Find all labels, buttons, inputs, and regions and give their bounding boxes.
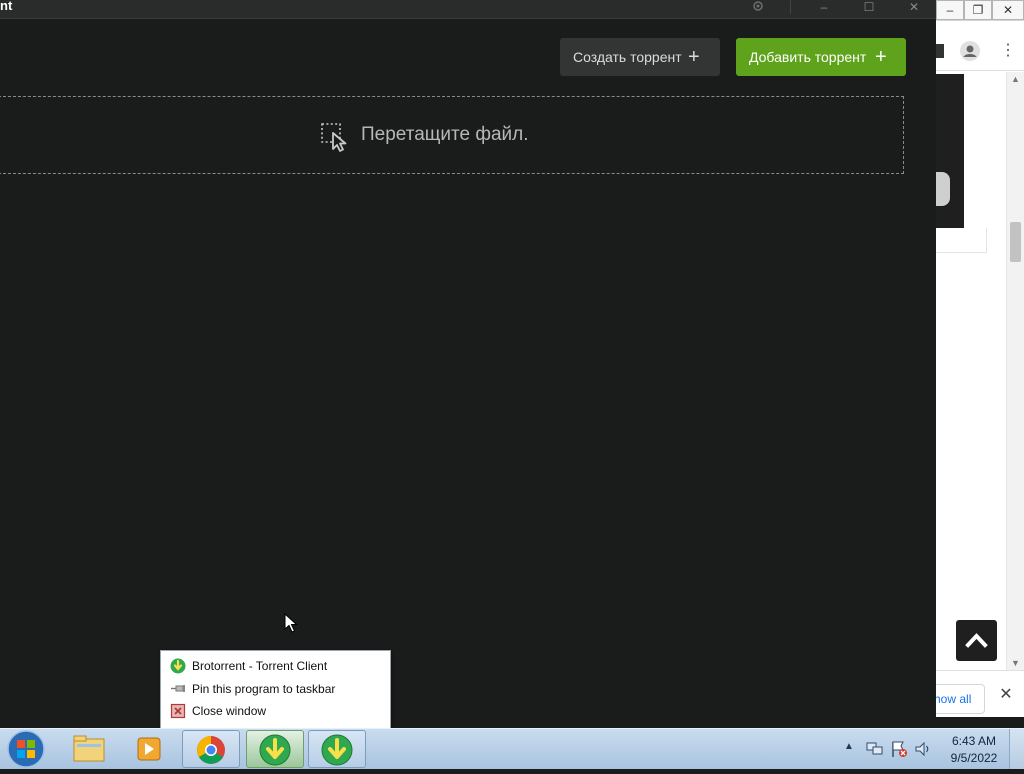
plus-icon: + [688,46,700,68]
browser-toolbar: ⋮ [936,36,1024,71]
maximize-icon[interactable]: ☐ [858,0,880,16]
brotorrent-icon [170,658,186,674]
window-title: nt [0,0,13,13]
close-icon[interactable]: ✕ [998,685,1014,705]
show-desktop-button[interactable] [1009,729,1024,769]
close-button[interactable]: ✕ [992,0,1024,20]
menu-kebab-icon[interactable]: ⋮ [1000,42,1016,62]
jumplist-item-label: Pin this program to taskbar [192,682,336,696]
plus-icon: + [875,46,887,68]
folder-icon [73,735,105,762]
create-torrent-label: Создать торрент [573,49,682,65]
media-player-icon [137,737,161,761]
browser-titlebar: – ❐ ✕ [936,0,1024,21]
taskbar-brotorrent[interactable] [246,730,304,768]
close-window-icon [170,703,186,719]
minimize-button[interactable]: – [936,0,964,20]
scroll-thumb[interactable] [1010,222,1021,262]
close-icon[interactable]: ✕ [903,0,925,16]
volume-icon[interactable] [914,741,932,757]
downloads-bar: how all ✕ [934,670,1024,717]
back-to-top-button[interactable] [956,620,997,661]
taskbar-explorer[interactable] [60,730,118,768]
chevron-up-icon [965,633,988,648]
start-button-icon[interactable] [4,729,48,769]
brotorrent-icon [321,734,353,766]
add-torrent-label: Добавить торрент [749,49,867,65]
jumplist-item-pin[interactable]: Pin this program to taskbar [161,678,390,700]
scroll-up-icon[interactable]: ▲ [1007,72,1024,86]
chrome-icon [197,736,225,764]
taskbar-brotorrent-2[interactable] [308,730,366,768]
taskbar-media-player[interactable] [120,730,178,768]
jumplist-item-label: Close window [192,704,267,718]
action-center-icon[interactable] [890,740,908,758]
dark-content-card [936,74,964,228]
drop-zone-text: Перетащите файл. [361,124,529,145]
scroll-down-icon[interactable]: ▼ [1007,656,1024,670]
background-browser-window: – ❐ ✕ ⋮ ▲ ▼ how all ✕ [934,0,1024,717]
profile-icon[interactable] [960,41,980,61]
titlebar-divider [790,0,791,14]
network-icon[interactable] [866,741,884,757]
brotorrent-icon [259,734,291,766]
drag-drop-icon [321,123,347,152]
mouse-cursor-icon [284,613,298,633]
clock-date[interactable]: 9/5/2022 [944,751,1004,765]
jumplist-item-label: Brotorrent - Torrent Client [192,659,328,673]
restore-button[interactable]: ❐ [964,0,992,20]
add-torrent-button[interactable]: Добавить торрент + [736,38,906,76]
torrent-app-window: nt – ☐ ✕ Создать торрент + Добавить торр… [0,0,936,716]
clock-time[interactable]: 6:43 AM [944,734,1004,748]
settings-icon[interactable] [750,0,766,14]
taskbar-jump-list: Brotorrent - Torrent Client Pin this pro… [160,650,391,729]
card-border [936,228,987,253]
minimize-icon[interactable]: – [813,0,835,16]
sidebar-icon[interactable] [936,44,944,58]
card-button[interactable] [936,172,950,206]
create-torrent-button[interactable]: Создать торрент + [560,38,720,76]
jumplist-item-app[interactable]: Brotorrent - Torrent Client [161,655,390,677]
browser-scrollbar[interactable]: ▲ ▼ [1006,72,1024,670]
show-hidden-icons-icon[interactable]: ▲ [844,741,854,752]
jumplist-item-close[interactable]: Close window [161,700,390,722]
windows-taskbar: ▲ 6:43 AM 9/5/2022 [0,728,1024,769]
app-titlebar: nt – ☐ ✕ [0,0,936,19]
pin-icon [171,685,185,692]
show-all-button[interactable]: how all [934,684,985,714]
taskbar-chrome[interactable] [182,730,240,768]
